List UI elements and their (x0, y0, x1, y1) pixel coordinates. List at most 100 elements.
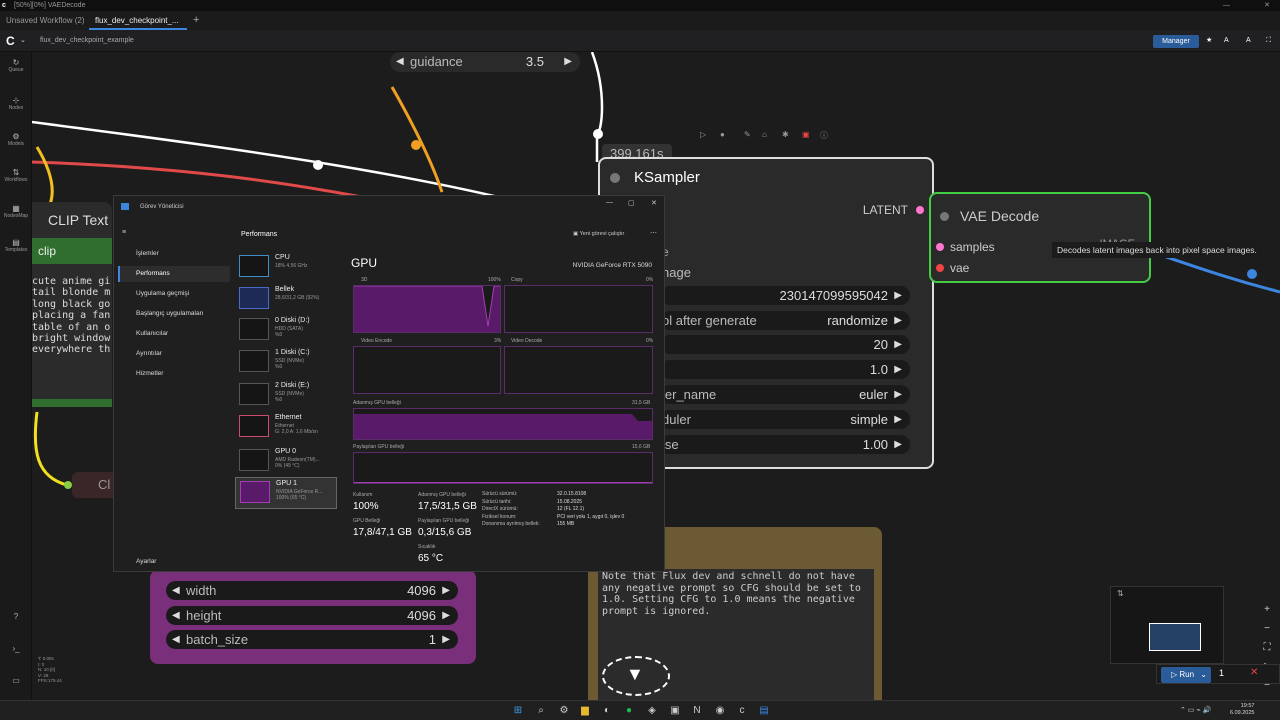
edge-icon[interactable]: ◐ (600, 704, 614, 718)
sidebar-item-templates[interactable]: ▤ Templates (0, 238, 32, 253)
chrome-icon[interactable]: ◉ (713, 704, 727, 718)
perf-item-disk0[interactable]: 0 Diski (D:) HDD (SATA) %0 (235, 315, 337, 345)
nav-services[interactable]: Hizmetler (120, 370, 163, 377)
run-count[interactable]: 1 (1219, 668, 1224, 678)
width-widget[interactable]: ◀ width 4096 ▶ (166, 581, 458, 600)
vae-decode-node[interactable]: VAE Decode samples vae IMAGE (929, 192, 1151, 283)
manager-button[interactable]: Manager (1153, 35, 1199, 48)
menu-chevron-icon[interactable]: ⌄ (20, 30, 26, 52)
run-button[interactable]: ▷ Run ⌄ (1161, 667, 1211, 683)
decrement-icon[interactable]: ◀ (172, 630, 180, 649)
sidebar-item-models[interactable]: ⚙ Models (0, 132, 32, 147)
search-icon[interactable]: ⌕ (534, 704, 548, 718)
nav-startup[interactable]: Başlangıç uygulamaları (120, 310, 204, 317)
denoise-widget[interactable]: ise 1.00 ▶ (660, 435, 910, 454)
increment-icon[interactable]: ▶ (894, 286, 902, 305)
perf-item-ethernet[interactable]: Ethernet Ethernet G: 2,0 A: 1,6 Mb/sn (235, 412, 337, 442)
sidebar-item-workflows[interactable]: ⇅ Workflows (0, 168, 32, 183)
perf-item-gpu0[interactable]: GPU 0 AMD Radeon(TM)... 0% (49 °C) (235, 446, 337, 476)
delete-icon[interactable]: ▣ (802, 130, 810, 139)
increment-icon[interactable]: ▶ (894, 360, 902, 379)
perf-item-gpu1[interactable]: GPU 1 NVIDIA GeForce R... 100% (65 °C) (235, 477, 337, 509)
more-icon[interactable]: ⋯ (650, 229, 657, 237)
guidance-widget[interactable]: ◀ guidance 3.5 ▶ (390, 52, 580, 72)
nav-processes[interactable]: İşlemler (120, 250, 159, 257)
increment-icon[interactable]: ▶ (894, 335, 902, 354)
nav-settings[interactable]: Ayarlar (120, 558, 156, 565)
samples-input-dot[interactable] (936, 243, 944, 251)
app-icon[interactable]: ▣ (668, 704, 682, 718)
comfy-logo[interactable]: C (6, 30, 15, 52)
star-icon[interactable]: ★ (1206, 30, 1212, 52)
increment-icon[interactable]: ▶ (442, 581, 450, 600)
clip-prompt-text[interactable]: cute anime gi tail blonde m long black g… (32, 276, 110, 356)
increment-icon[interactable]: ▶ (894, 435, 902, 454)
minimap[interactable]: ⇅ (1110, 586, 1224, 664)
nav-app-history[interactable]: Uygulama geçmişi (120, 290, 189, 297)
clip-text-node[interactable]: CLIP Text clip cute anime gi tail blonde… (32, 202, 112, 407)
app-icon[interactable]: ◈ (645, 704, 659, 718)
sidebar-item-nodes[interactable]: ⊹ Nodes (0, 96, 32, 111)
steps-widget[interactable]: 20 ▶ (660, 335, 910, 354)
font-icon[interactable]: A (1224, 30, 1229, 52)
tray-icons[interactable]: ⌃ ▭ ⌁ 🔊 (1180, 706, 1211, 714)
decrement-icon[interactable]: ◀ (396, 52, 404, 71)
new-task-button[interactable]: ▣ Yeni görevi çalıştır (573, 231, 624, 237)
menu-icon[interactable]: ≡ (122, 229, 126, 236)
nav-performance[interactable]: Performans (120, 270, 170, 277)
increment-icon[interactable]: ▶ (442, 630, 450, 649)
scheduler-widget[interactable]: duler simple ▶ (660, 410, 910, 429)
batch-widget[interactable]: ◀ batch_size 1 ▶ (166, 630, 458, 649)
collapse-dot[interactable] (610, 173, 620, 183)
info-icon[interactable]: ⓘ (820, 130, 828, 141)
increment-icon[interactable]: ▶ (894, 410, 902, 429)
perf-item-cpu[interactable]: CPU 18% 4,56 GHz (235, 252, 337, 282)
latent-output-dot[interactable] (916, 206, 924, 214)
add-tab-icon[interactable]: + (193, 11, 199, 30)
zoom-in-icon[interactable]: + (1256, 600, 1278, 619)
bypass-icon[interactable]: ✱ (782, 130, 789, 139)
breadcrumb[interactable]: flux_dev_checkpoint_example (40, 30, 134, 52)
cancel-run-icon[interactable]: ✕ (1250, 667, 1258, 678)
comfy-icon[interactable]: c (735, 704, 749, 718)
color-icon[interactable]: ● (720, 130, 725, 139)
seed-widget[interactable]: 230147099595042 ▶ (660, 286, 910, 305)
terminal-icon[interactable]: ›_ (0, 644, 32, 653)
nav-details[interactable]: Ayrıntılar (120, 350, 162, 357)
wand-icon[interactable]: ✎ (744, 130, 751, 139)
maximize-icon[interactable]: ▢ (628, 199, 635, 207)
font-small-icon[interactable]: A (1246, 30, 1251, 52)
nav-users[interactable]: Kullanıcılar (120, 330, 168, 337)
collapse-dot[interactable] (940, 212, 949, 221)
close-icon[interactable]: ✕ (1264, 0, 1270, 11)
start-icon[interactable]: ⊞ (511, 704, 525, 718)
panel-icon[interactable]: ▭ (0, 676, 32, 685)
minimize-icon[interactable]: — (1223, 0, 1230, 11)
zoom-out-icon[interactable]: − (1256, 619, 1278, 638)
tab-flux[interactable]: flux_dev_checkpoint_... ● (89, 11, 187, 44)
close-icon[interactable]: ✕ (651, 199, 657, 207)
tab-unsaved[interactable]: Unsaved Workflow (2) (0, 11, 91, 30)
increment-icon[interactable]: ▶ (894, 385, 902, 404)
control-widget[interactable]: ol after generate randomize ▶ (660, 311, 910, 330)
task-manager-window[interactable]: Görev Yöneticisi — ▢ ✕ ≡ Performans ▣ Ye… (113, 195, 665, 572)
pin-icon[interactable]: ⌂ (762, 130, 767, 139)
minimap-viewport[interactable] (1149, 623, 1201, 651)
taskmgr-icon[interactable]: ▤ (757, 704, 771, 718)
increment-icon[interactable]: ▶ (894, 311, 902, 330)
empty-latent-node[interactable]: ◀ width 4096 ▶ ◀ height 4096 ▶ ◀ batch_size 1 ▶ (150, 570, 476, 664)
perf-item-memory[interactable]: Bellek 28,6/31,2 GB (92%) (235, 284, 337, 314)
widgets-icon[interactable]: ⚙ (557, 704, 571, 718)
increment-icon[interactable]: ▶ (564, 52, 572, 71)
increment-icon[interactable]: ▶ (442, 606, 450, 625)
decrement-icon[interactable]: ◀ (172, 606, 180, 625)
sampler-widget[interactable]: ler_name euler ▶ (660, 385, 910, 404)
minimize-icon[interactable]: — (606, 199, 613, 206)
perf-item-disk2[interactable]: 2 Diski (E:) SSD (NVMe) %0 (235, 380, 337, 410)
clock[interactable]: 19:57 6.09.2025 (1230, 703, 1254, 717)
sidebar-item-queue[interactable]: ↻ Queue (0, 58, 32, 73)
cfg-widget[interactable]: 1.0 ▶ (660, 360, 910, 379)
perf-item-disk1[interactable]: 1 Diski (C:) SSD (NVMe) %0 (235, 347, 337, 377)
fullscreen-icon[interactable]: ⛶ (1266, 30, 1271, 52)
minimap-settings-icon[interactable]: ⇅ (1117, 589, 1124, 598)
